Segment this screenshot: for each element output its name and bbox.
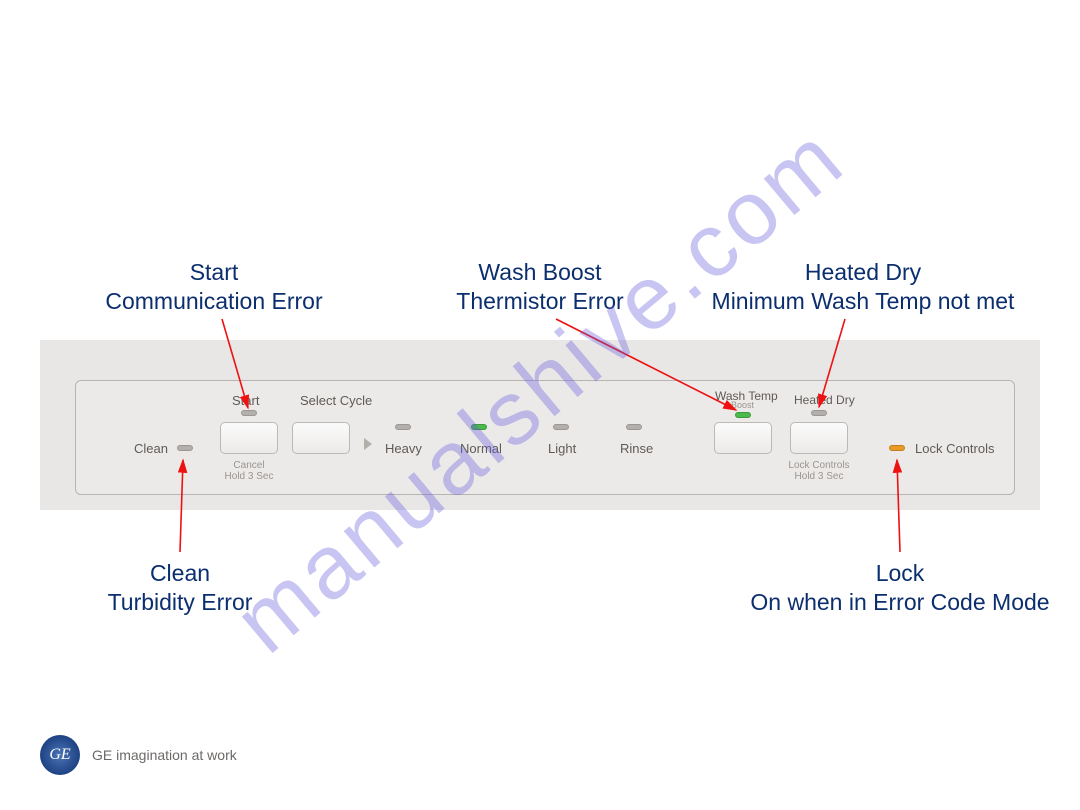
led-heateddry — [811, 410, 827, 416]
led-clean — [177, 445, 193, 451]
annotation-clean: Clean Turbidity Error — [80, 559, 280, 617]
annotation-lock: Lock On when in Error Code Mode — [740, 559, 1060, 617]
annotation-clean-line1: Clean — [150, 560, 210, 586]
panel-label-rinse: Rinse — [620, 441, 653, 456]
ge-logo-icon: GE — [40, 735, 80, 775]
triangle-icon — [364, 438, 372, 450]
led-washtemp — [735, 412, 751, 418]
annotation-start-line1: Start — [190, 259, 239, 285]
annotation-lock-line1: Lock — [876, 560, 925, 586]
panel-label-heateddry: Heated Dry — [794, 393, 855, 407]
panel-label-heavy: Heavy — [385, 441, 422, 456]
footer-logo-area: GE GE imagination at work — [40, 735, 237, 775]
annotation-heated-line1: Heated Dry — [805, 259, 921, 285]
annotation-washboost-line2: Thermistor Error — [456, 288, 623, 314]
panel-label-normal: Normal — [460, 441, 502, 456]
annotation-clean-line2: Turbidity Error — [108, 589, 253, 615]
led-lock — [889, 445, 905, 451]
annotation-lock-line2: On when in Error Code Mode — [750, 589, 1049, 615]
led-start — [241, 410, 257, 416]
select-cycle-button[interactable] — [292, 422, 350, 454]
panel-sub-cancel: Cancel Hold 3 Sec — [223, 460, 275, 482]
heated-dry-button[interactable] — [790, 422, 848, 454]
panel-sub-lockcontrols: Lock Controls Hold 3 Sec — [786, 460, 852, 482]
panel-label-clean: Clean — [134, 441, 168, 456]
annotation-start: Start Communication Error — [84, 258, 344, 316]
annotation-washboost: Wash Boost Thermistor Error — [430, 258, 650, 316]
annotation-start-line2: Communication Error — [105, 288, 322, 314]
start-button[interactable] — [220, 422, 278, 454]
led-heavy — [395, 424, 411, 430]
annotation-washboost-line1: Wash Boost — [478, 259, 601, 285]
panel-sub-boost: Boost — [731, 401, 754, 411]
led-normal — [471, 424, 487, 430]
panel-label-lock: Lock Controls — [915, 441, 994, 456]
dishwasher-panel — [75, 380, 1015, 495]
led-rinse — [626, 424, 642, 430]
panel-label-light: Light — [548, 441, 576, 456]
panel-label-start: Start — [232, 393, 259, 408]
annotation-heated: Heated Dry Minimum Wash Temp not met — [688, 258, 1038, 316]
led-light — [553, 424, 569, 430]
ge-tagline: GE imagination at work — [92, 747, 237, 763]
panel-label-select: Select Cycle — [300, 393, 372, 408]
wash-temp-button[interactable] — [714, 422, 772, 454]
annotation-heated-line2: Minimum Wash Temp not met — [712, 288, 1015, 314]
